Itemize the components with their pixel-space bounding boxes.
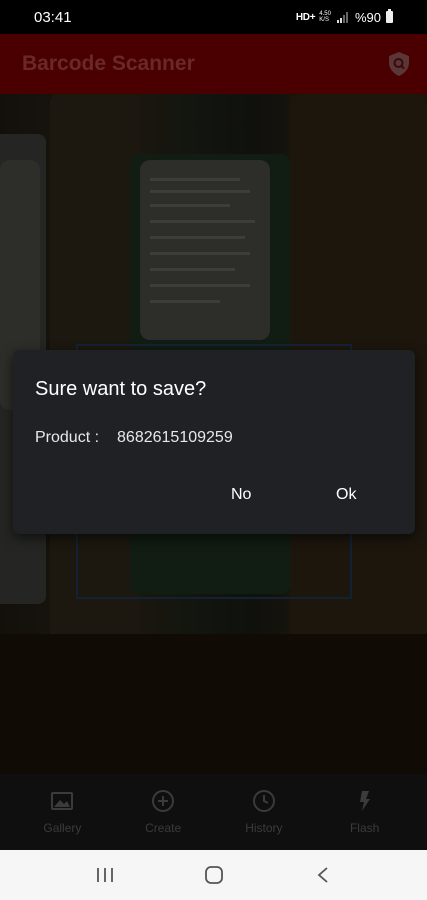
nav-flash[interactable]: Flash: [325, 789, 405, 835]
home-icon: [204, 866, 223, 884]
nav-create[interactable]: Create: [123, 789, 203, 835]
system-nav-bar: [0, 850, 427, 900]
nav-history[interactable]: History: [224, 789, 304, 835]
clock: 03:41: [34, 8, 72, 26]
nav-label: History: [245, 821, 283, 835]
product-barcode: 8682615109259: [117, 429, 233, 446]
back-icon: [317, 867, 328, 883]
net-speed: 4.50 K/S: [319, 11, 331, 23]
dialog-title: Sure want to save?: [35, 378, 207, 400]
home-button[interactable]: [200, 861, 228, 889]
gallery-icon: [51, 792, 74, 810]
recent-apps-button[interactable]: [91, 861, 119, 889]
nav-label: Gallery: [43, 821, 82, 835]
nav-gallery[interactable]: Gallery: [22, 789, 102, 835]
network-type: HD+: [295, 11, 316, 23]
status-bar: 03:41 HD+ 4.50 K/S %90: [0, 0, 427, 34]
nav-label: Create: [145, 821, 182, 835]
ok-button[interactable]: Ok: [336, 486, 356, 504]
bottom-nav: Gallery Create History Flash: [0, 774, 427, 850]
shield-search-icon[interactable]: [387, 51, 411, 77]
back-button[interactable]: [309, 861, 337, 889]
battery-icon: [386, 9, 393, 23]
signal-icon: [336, 11, 348, 23]
nav-label: Flash: [349, 821, 380, 835]
flash-icon: [359, 791, 370, 811]
add-circle-icon: [152, 790, 175, 812]
no-button[interactable]: No: [231, 486, 251, 504]
product-label: Product :: [35, 429, 100, 446]
app-title: Barcode Scanner: [22, 52, 195, 75]
product-row: Product : 8682615109259: [35, 429, 233, 447]
app-bar: Barcode Scanner: [0, 34, 427, 94]
save-confirm-dialog: Sure want to save? Product : 86826151092…: [13, 350, 415, 534]
status-icons: HD+ 4.50 K/S %90: [295, 9, 393, 25]
recent-apps-icon: [96, 868, 113, 882]
clock-icon: [252, 790, 275, 812]
battery-percent: %90: [354, 9, 381, 25]
